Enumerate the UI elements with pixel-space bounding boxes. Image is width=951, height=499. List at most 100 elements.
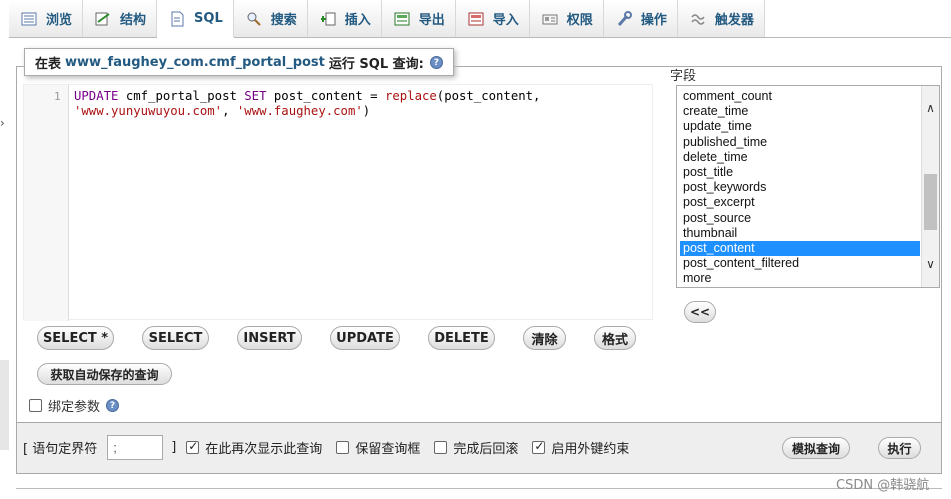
delimiter-label: [ 语句定界符 xyxy=(23,442,98,457)
insert-button[interactable]: INSERT xyxy=(237,326,302,350)
simulate-query-button[interactable]: 模拟查询 xyxy=(782,437,850,459)
field-item[interactable]: post_excerpt xyxy=(680,195,920,210)
sql-icon xyxy=(169,11,185,27)
sql-keyword-update: UPDATE xyxy=(74,89,119,103)
sql-separator: , xyxy=(222,104,237,118)
sql-close-paren: ) xyxy=(362,104,371,118)
foreign-keys-label: 启用外键约束 xyxy=(551,442,630,457)
line-number: 1 xyxy=(54,90,61,103)
tab-label: SQL xyxy=(194,11,223,26)
foreign-keys-option[interactable]: 启用外键约束 xyxy=(532,438,629,457)
clear-button[interactable]: 清除 xyxy=(523,326,566,350)
scroll-thumb[interactable] xyxy=(924,174,937,230)
search-icon xyxy=(246,11,262,27)
fields-scrollbar[interactable]: ∧ ∨ xyxy=(921,86,939,287)
help-icon[interactable]: ? xyxy=(429,55,443,69)
help-icon[interactable]: ? xyxy=(106,399,120,412)
legend-prefix: 在表 xyxy=(35,56,62,72)
get-autosaved-query-button[interactable]: 获取自动保存的查询 xyxy=(37,363,172,385)
fields-items: comment_count create_time update_time pu… xyxy=(680,89,920,286)
tab-export[interactable]: 导出 xyxy=(381,0,456,37)
scroll-up-icon[interactable]: ∧ xyxy=(922,100,939,117)
triggers-icon xyxy=(690,11,706,27)
field-item[interactable]: more xyxy=(680,271,920,286)
retain-box-checkbox[interactable] xyxy=(336,441,350,454)
tab-insert[interactable]: 插入 xyxy=(307,0,382,37)
foreign-keys-checkbox[interactable] xyxy=(532,439,546,454)
show-again-option[interactable]: 在此再次显示此查询 xyxy=(186,438,322,457)
legend-table-name: www_faughey_com.cmf_portal_post xyxy=(65,54,325,70)
export-icon xyxy=(394,11,410,27)
browse-icon xyxy=(21,11,37,27)
sql-keyword-set: SET xyxy=(244,89,267,103)
fields-label: 字段 xyxy=(670,69,697,84)
update-button[interactable]: UPDATE xyxy=(330,326,400,350)
sql-table: cmf_portal_post xyxy=(118,89,245,103)
left-navigation-edge: › xyxy=(0,38,9,499)
field-item[interactable]: post_keywords xyxy=(680,180,920,195)
delete-button[interactable]: DELETE xyxy=(428,326,495,350)
field-item-selected[interactable]: post_content xyxy=(680,240,920,257)
show-again-label: 在此再次显示此查询 xyxy=(205,442,323,457)
delimiter-close: ] xyxy=(171,440,177,455)
rollback-checkbox[interactable] xyxy=(434,441,448,454)
rollback-option[interactable]: 完成后回滚 xyxy=(434,438,518,457)
field-item[interactable]: update_time xyxy=(680,119,920,134)
sql-legend: 在表 www_faughey_com.cmf_portal_post 运行 SQ… xyxy=(24,48,454,76)
tab-label: 搜索 xyxy=(270,13,297,28)
tab-sql[interactable]: SQL xyxy=(157,0,234,38)
sql-function: replace xyxy=(384,89,437,103)
select-button[interactable]: SELECT xyxy=(142,326,209,350)
table-tabs: 浏览 结构 SQL 搜索 插入 导出 导入 权限 操作 触发器 xyxy=(9,0,951,38)
field-item[interactable]: create_time xyxy=(680,104,920,119)
tab-label: 导出 xyxy=(418,13,445,28)
rollback-label: 完成后回滚 xyxy=(453,442,519,457)
field-item[interactable]: post_source xyxy=(680,211,920,226)
fields-listbox[interactable]: comment_count create_time update_time pu… xyxy=(676,85,940,288)
structure-icon xyxy=(95,11,111,27)
bind-parameters-checkbox[interactable] xyxy=(29,399,42,412)
collapse-chevron-icon[interactable]: › xyxy=(0,116,5,130)
format-button[interactable]: 格式 xyxy=(594,326,636,350)
tab-structure[interactable]: 结构 xyxy=(83,0,158,37)
retain-box-option[interactable]: 保留查询框 xyxy=(336,438,420,457)
field-item[interactable]: delete_time xyxy=(680,150,920,165)
field-item[interactable]: thumbnail xyxy=(680,226,920,241)
field-item[interactable]: comment_count xyxy=(680,89,920,104)
go-button[interactable]: 执行 xyxy=(878,437,921,459)
sql-string-old: 'www.yunyuwuyou.com' xyxy=(74,104,223,118)
sql-column: post_content = xyxy=(266,89,385,103)
tab-triggers[interactable]: 触发器 xyxy=(677,0,765,37)
scroll-down-icon[interactable]: ∨ xyxy=(922,256,939,273)
scroll-region xyxy=(0,360,9,450)
show-again-checkbox[interactable] xyxy=(186,439,200,454)
tab-label: 触发器 xyxy=(714,13,754,28)
insert-field-button[interactable]: << xyxy=(684,301,716,323)
tab-label: 浏览 xyxy=(46,13,73,28)
tab-label: 权限 xyxy=(566,13,593,28)
delimiter-input[interactable]: ; xyxy=(107,435,164,460)
tab-privileges[interactable]: 权限 xyxy=(529,0,604,37)
bind-parameters-row: 绑定参数 ? xyxy=(29,396,120,415)
bind-parameters-label[interactable]: 绑定参数 xyxy=(48,396,100,415)
legend-suffix: 运行 SQL 查询: xyxy=(328,56,424,72)
watermark-text: CSDN @韩骁航 xyxy=(836,478,930,493)
tab-label: 插入 xyxy=(344,13,371,28)
tab-label: 操作 xyxy=(640,13,667,28)
field-item[interactable]: post_content_filtered xyxy=(680,256,920,271)
tab-label: 结构 xyxy=(120,13,147,28)
sql-editor[interactable]: 1 UPDATE cmf_portal_post SET post_conten… xyxy=(23,84,653,321)
tab-label: 导入 xyxy=(492,13,519,28)
tab-browse[interactable]: 浏览 xyxy=(9,0,84,37)
tab-operations[interactable]: 操作 xyxy=(603,0,678,37)
field-item[interactable]: published_time xyxy=(680,135,920,150)
sql-code[interactable]: UPDATE cmf_portal_post SET post_content … xyxy=(74,89,540,119)
sql-string-new: 'www.faughey.com' xyxy=(236,104,363,118)
phpmyadmin-sql-page: › 浏览 结构 SQL 搜索 插入 导出 导入 权限 操作 触发器 在表 www… xyxy=(0,0,951,499)
select-star-button[interactable]: SELECT * xyxy=(37,326,114,350)
import-icon xyxy=(468,11,484,27)
field-item[interactable]: post_title xyxy=(680,165,920,180)
tab-import[interactable]: 导入 xyxy=(455,0,530,37)
tab-search[interactable]: 搜索 xyxy=(233,0,308,37)
retain-box-label: 保留查询框 xyxy=(355,442,421,457)
